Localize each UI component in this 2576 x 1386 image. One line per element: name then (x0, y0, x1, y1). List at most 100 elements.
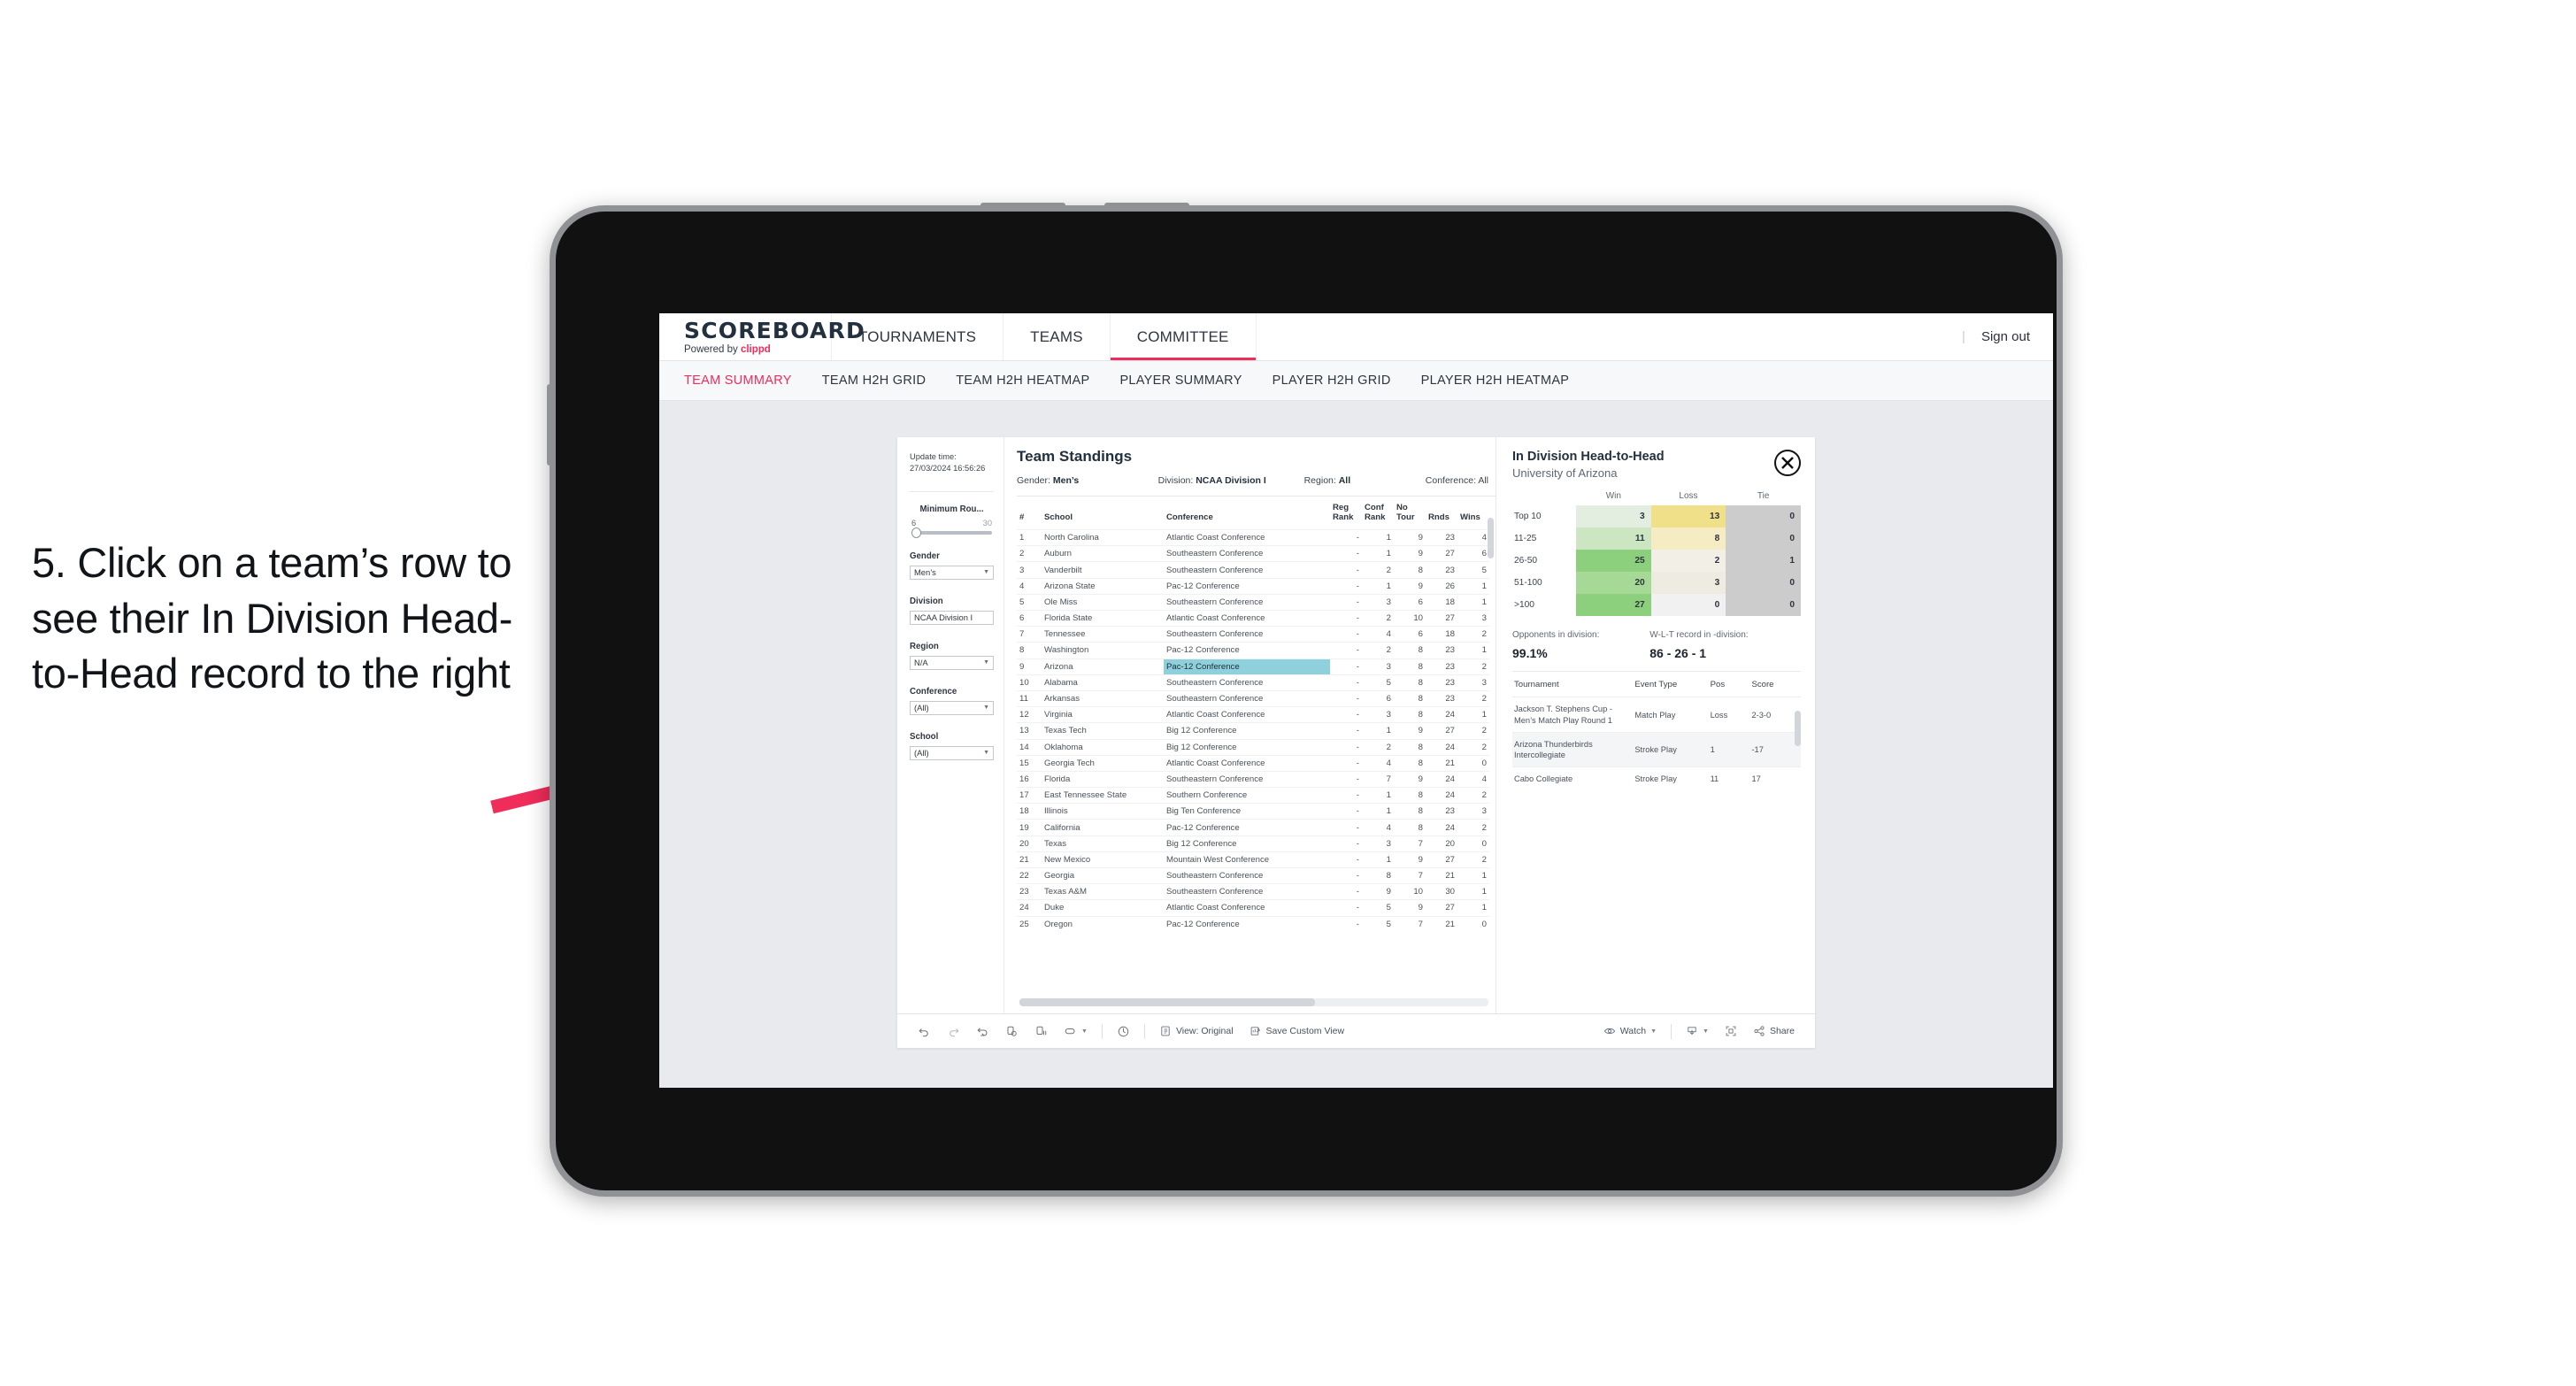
region-select[interactable]: N/A ▼ (910, 655, 994, 670)
table-row[interactable]: 20 Texas Big 12 Conference -3 7 20 0 (1017, 835, 1489, 852)
nav-committee[interactable]: COMMITTEE (1110, 313, 1257, 360)
tie-cell[interactable]: 0 (1726, 527, 1801, 551)
chevron-down-icon: ▼ (983, 569, 989, 576)
power-button[interactable] (547, 384, 556, 466)
conference-select[interactable]: (All) ▼ (910, 700, 994, 715)
wins-cell: 4 (1457, 770, 1489, 788)
tab-player-summary[interactable]: PLAYER SUMMARY (1119, 373, 1242, 388)
conference-cell: Atlantic Coast Conference (1164, 899, 1330, 917)
close-icon[interactable] (1774, 450, 1801, 476)
col-tournament: Tournament (1514, 680, 1559, 690)
table-row[interactable]: 9 Arizona Pac-12 Conference -3 8 23 2 (1017, 658, 1489, 675)
tab-team-summary[interactable]: TEAM SUMMARY (684, 373, 792, 388)
reg-rank-cell: - (1330, 529, 1362, 546)
wins-cell: 3 (1457, 674, 1489, 691)
tournament-row[interactable]: Arizona Thunderbirds Intercollegiate Stro… (1512, 731, 1801, 767)
table-row[interactable]: 16 Florida Southeastern Conference -7 9 24 4 (1017, 770, 1489, 788)
tournament-row[interactable]: Cabo Collegiate Stroke Play 11 17 (1512, 766, 1801, 791)
share-button[interactable]: Share (1745, 1025, 1803, 1037)
page-title: Team Standings (1017, 448, 1133, 465)
loss-cell[interactable]: 8 (1650, 527, 1726, 551)
division-select[interactable]: NCAA Division I (910, 610, 994, 625)
school-select[interactable]: (All) ▼ (910, 745, 994, 760)
gender-select[interactable]: Men’s ▼ (910, 565, 994, 580)
view-original-button[interactable]: View: Original (1151, 1025, 1242, 1037)
table-row[interactable]: 6 Florida State Atlantic Coast Conference -… (1017, 609, 1489, 627)
loss-cell[interactable]: 2 (1650, 550, 1726, 573)
table-row[interactable]: 2 Auburn Southeastern Conference -1 9 27 6 (1017, 545, 1489, 562)
loss-cell[interactable]: 13 (1650, 505, 1726, 528)
table-row[interactable]: 11 Arkansas Southeastern Conference -6 8 23 2 (1017, 689, 1489, 707)
tab-player-h2h-heatmap[interactable]: PLAYER H2H HEATMAP (1421, 373, 1570, 388)
tie-cell[interactable]: 0 (1726, 594, 1801, 617)
loss-cell[interactable]: 3 (1650, 572, 1726, 595)
no-tour-cell: 9 (1394, 770, 1426, 788)
undo-button[interactable] (910, 1025, 939, 1038)
tab-player-h2h-grid[interactable]: PLAYER H2H GRID (1273, 373, 1391, 388)
table-row[interactable]: 13 Texas Tech Big 12 Conference -1 9 27 2 (1017, 722, 1489, 739)
event-type-cell: Stroke Play (1633, 731, 1709, 767)
tie-cell[interactable]: 1 (1726, 550, 1801, 573)
table-row[interactable]: 18 Illinois Big Ten Conference -1 8 23 3 (1017, 803, 1489, 820)
rnds-cell: 23 (1426, 642, 1457, 659)
score-cell: -17 (1749, 731, 1801, 767)
download-button[interactable]: ▼ (1678, 1025, 1717, 1037)
win-cell[interactable]: 25 (1576, 550, 1651, 573)
volume-down-button[interactable] (1104, 203, 1189, 212)
brand-logo[interactable]: SCOREBOARD Powered by clippd (659, 313, 865, 360)
slider-handle[interactable] (911, 527, 921, 538)
table-row[interactable]: 19 California Pac-12 Conference -4 8 24 2 (1017, 819, 1489, 836)
win-cell[interactable]: 27 (1576, 594, 1651, 617)
sign-out-link[interactable]: Sign out (1981, 329, 2030, 344)
standings-horizontal-scrollbar-track[interactable] (1019, 998, 1488, 1006)
tournament-vertical-scrollbar[interactable] (1795, 711, 1801, 747)
tie-cell[interactable]: 0 (1726, 505, 1801, 528)
win-cell[interactable]: 11 (1576, 527, 1651, 551)
tab-team-h2h-heatmap[interactable]: TEAM H2H HEATMAP (956, 373, 1089, 388)
watch-button[interactable]: Watch ▼ (1596, 1025, 1665, 1037)
standings-vertical-scrollbar[interactable] (1488, 518, 1494, 558)
volume-up-button[interactable] (980, 203, 1065, 212)
minimum-rounds-slider[interactable] (911, 527, 992, 538)
pause-auto-update-button[interactable] (1027, 1025, 1056, 1038)
table-row[interactable]: 22 Georgia Southeastern Conference -8 7 21 1 (1017, 866, 1489, 884)
nav-tournaments[interactable]: TOURNAMENTS (832, 313, 1004, 360)
table-row[interactable]: 15 Georgia Tech Atlantic Coast Conference -… (1017, 754, 1489, 772)
table-row[interactable]: 21 New Mexico Mountain West Conference -1 9 2… (1017, 851, 1489, 868)
tie-cell[interactable]: 0 (1726, 572, 1801, 595)
conf-rank-cell: 3 (1362, 658, 1394, 675)
rnds-cell: 23 (1426, 674, 1457, 691)
tab-team-h2h-grid[interactable]: TEAM H2H GRID (822, 373, 927, 388)
table-row[interactable]: 4 Arizona State Pac-12 Conference -1 9 26 1 (1017, 577, 1489, 595)
table-row[interactable]: 17 East Tennessee State Southern Conferenc… (1017, 787, 1489, 804)
tournament-row[interactable]: Jackson T. Stephens Cup - Men’s Match Pl… (1512, 697, 1801, 733)
table-row[interactable]: 24 Duke Atlantic Coast Conference -5 9 27 1 (1017, 899, 1489, 917)
table-row[interactable]: 14 Oklahoma Big 12 Conference -2 8 24 2 (1017, 738, 1489, 756)
table-row[interactable]: 10 Alabama Southeastern Conference -5 8 23 3 (1017, 674, 1489, 691)
table-row[interactable]: 12 Virginia Atlantic Coast Conference -3 8 24… (1017, 706, 1489, 723)
standings-horizontal-scrollbar-thumb[interactable] (1019, 998, 1315, 1006)
no-tour-cell: 6 (1394, 593, 1426, 611)
full-screen-button[interactable] (1717, 1025, 1745, 1037)
table-row[interactable]: 25 Oregon Pac-12 Conference -5 7 21 0 (1017, 915, 1489, 932)
no-tour-cell: 8 (1394, 642, 1426, 659)
table-row[interactable]: 3 Vanderbilt Southeastern Conference -2 8 23 5 (1017, 561, 1489, 579)
win-cell[interactable]: 20 (1576, 572, 1651, 595)
nav-teams[interactable]: TEAMS (1003, 313, 1111, 360)
table-row[interactable]: 1 North Carolina Atlantic Coast Conference… (1017, 529, 1489, 546)
table-row[interactable]: 8 Washington Pac-12 Conference -2 8 23 1 (1017, 642, 1489, 659)
highlight-dropdown-button[interactable]: ▼ (1056, 1025, 1096, 1038)
win-cell[interactable]: 3 (1576, 505, 1651, 528)
revert-button[interactable] (968, 1025, 997, 1038)
pause-refresh-button[interactable] (1109, 1025, 1138, 1038)
table-row[interactable]: 7 Tennessee Southeastern Conference -4 6 18 2 (1017, 626, 1489, 643)
reg-rank-cell: - (1330, 770, 1362, 788)
stat-value: 86 - 26 - 1 (1649, 646, 1707, 661)
redo-button[interactable] (939, 1025, 968, 1038)
save-custom-view-button[interactable]: Save Custom View (1242, 1025, 1353, 1037)
refresh-data-button[interactable] (997, 1025, 1027, 1038)
table-row[interactable]: 5 Ole Miss Southeastern Conference -3 6 18 1 (1017, 593, 1489, 611)
loss-cell[interactable]: 0 (1650, 594, 1726, 617)
rnds-cell: 24 (1426, 738, 1457, 756)
table-row[interactable]: 23 Texas A&M Southeastern Conference -9 10 30… (1017, 883, 1489, 900)
